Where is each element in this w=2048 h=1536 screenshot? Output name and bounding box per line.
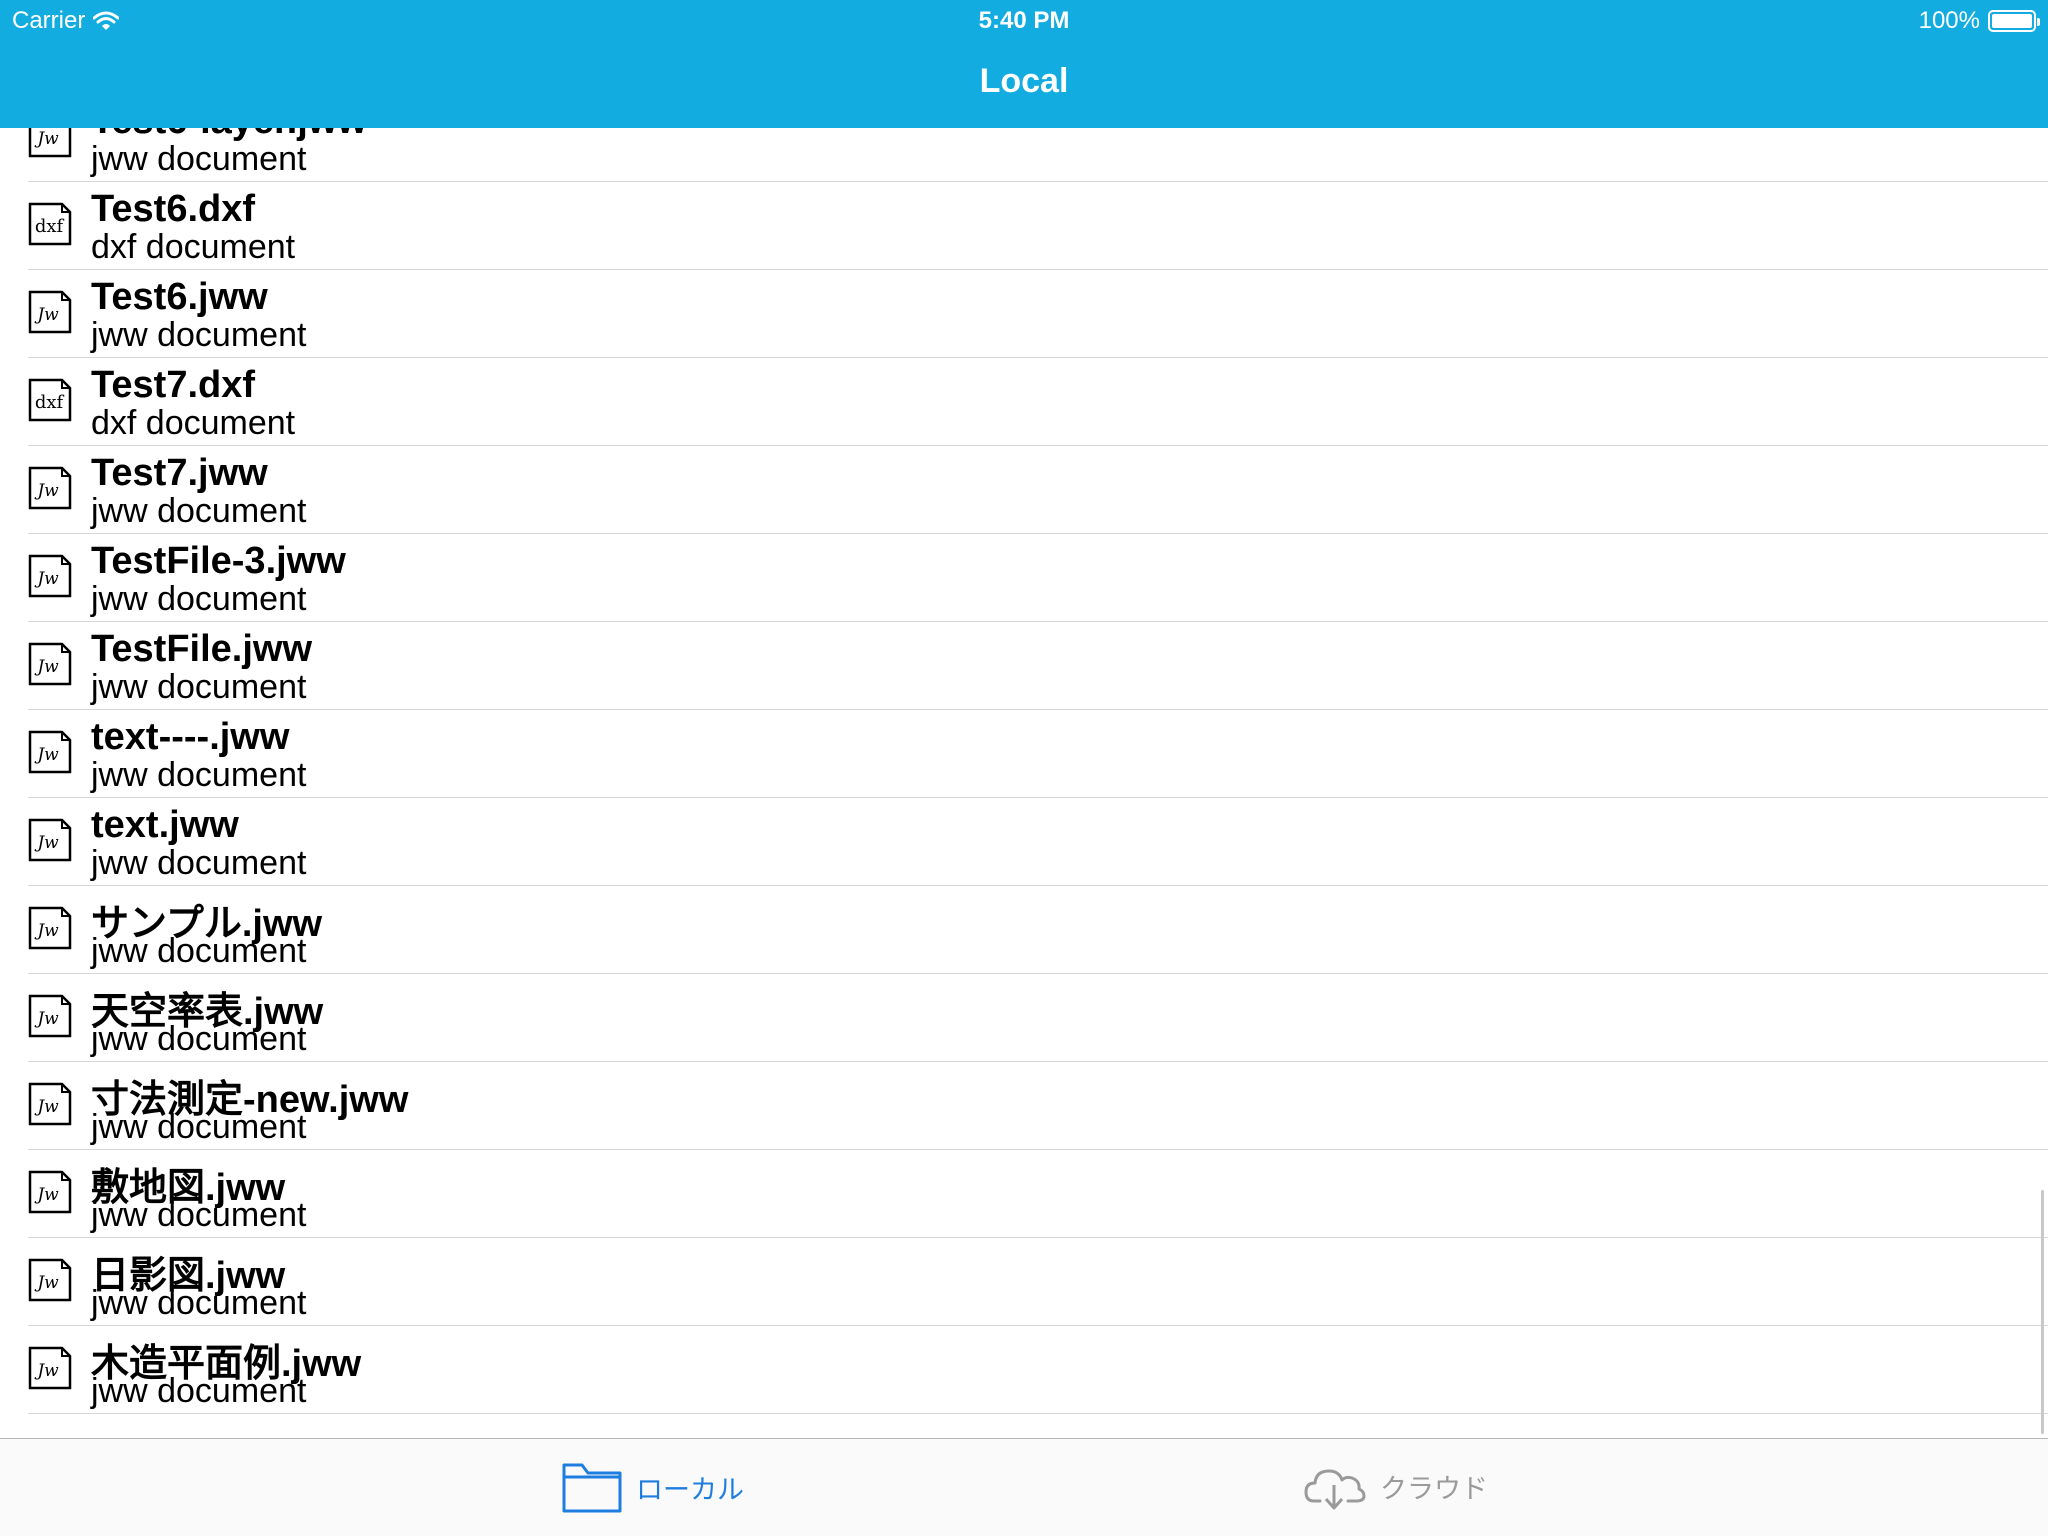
tab-bar: ローカル クラウド xyxy=(0,1438,2048,1536)
file-row[interactable]: Jw Test6.jww jww document xyxy=(0,270,2048,358)
file-row[interactable]: dxf Test7.dxf dxf document xyxy=(0,358,2048,446)
jww-file-icon: Jw xyxy=(28,642,72,686)
file-name: TestFile.jww xyxy=(91,628,313,670)
svg-text:Jw: Jw xyxy=(34,657,59,677)
file-row[interactable]: Jw text----.jww jww document xyxy=(0,710,2048,798)
jww-file-icon: Jw xyxy=(28,554,72,598)
status-time: 5:40 PM xyxy=(978,7,1070,34)
file-name: Test7.dxf xyxy=(91,364,256,406)
file-row[interactable]: Jw 日影図.jww jww document xyxy=(0,1238,2048,1326)
cloud-download-icon xyxy=(1304,1469,1366,1510)
battery-percent: 100% xyxy=(1918,7,1980,34)
file-type: jww document xyxy=(91,1108,307,1146)
file-list[interactable]: JwTest6-layer.jwwjww document dxf Test6.dx… xyxy=(0,128,2048,1438)
jww-file-icon: Jw xyxy=(28,466,72,510)
file-row[interactable]: dxf Test6.dxf dxf document xyxy=(0,182,2048,270)
jww-file-icon: Jw xyxy=(28,906,72,950)
svg-text:Jw: Jw xyxy=(34,1097,59,1117)
jww-file-icon: Jw xyxy=(28,1170,72,1214)
page-title: Local xyxy=(979,62,1069,100)
tab-local[interactable]: ローカル xyxy=(562,1461,744,1513)
file-type: jww document xyxy=(91,1284,307,1322)
file-name: TestFile-3.jww xyxy=(91,540,346,582)
svg-text:Jw: Jw xyxy=(34,481,59,501)
jww-file-icon: Jw xyxy=(28,1346,72,1390)
file-row[interactable]: Jw text.jww jww document xyxy=(0,798,2048,886)
jww-file-icon: Jw xyxy=(28,128,72,158)
tab-local-label: ローカル xyxy=(636,1474,744,1505)
dxf-file-icon: dxf xyxy=(28,202,72,246)
file-type: jww document xyxy=(91,844,307,882)
jww-file-icon: Jw xyxy=(28,1258,72,1302)
svg-text:Jw: Jw xyxy=(34,833,59,853)
svg-text:Jw: Jw xyxy=(34,305,59,325)
svg-text:Jw: Jw xyxy=(34,569,59,589)
svg-text:Jw: Jw xyxy=(34,1273,59,1293)
svg-text:dxf: dxf xyxy=(35,216,65,237)
file-type: jww document xyxy=(91,1196,307,1234)
folder-icon xyxy=(562,1463,622,1513)
file-row[interactable]: Jw 天空率表.jww jww document xyxy=(0,974,2048,1062)
file-type: dxf document xyxy=(91,404,296,442)
file-row[interactable]: Jw 木造平面例.jww jww document xyxy=(0,1326,2048,1414)
file-type: jww document xyxy=(91,932,307,970)
file-name: Test6.dxf xyxy=(91,188,256,230)
file-type: jww document xyxy=(91,1372,307,1410)
tab-cloud-label: クラウド xyxy=(1380,1473,1488,1504)
file-row[interactable]: Jw Test7.jww jww document xyxy=(0,446,2048,534)
file-row[interactable]: Jw サンプル.jww jww document xyxy=(0,886,2048,974)
jww-file-icon: Jw xyxy=(28,1082,72,1126)
tab-cloud[interactable]: クラウド xyxy=(1304,1461,1488,1511)
jww-file-icon: Jw xyxy=(28,730,72,774)
file-type: jww document xyxy=(91,580,307,618)
file-type: jww document xyxy=(91,492,307,530)
file-name: Test6.jww xyxy=(91,276,268,318)
file-type: dxf document xyxy=(91,228,296,266)
svg-text:Jw: Jw xyxy=(34,1361,59,1381)
jww-file-icon: Jw xyxy=(28,818,72,862)
svg-text:Jw: Jw xyxy=(34,1185,59,1205)
navigation-bar: Local xyxy=(0,40,2048,128)
svg-text:Jw: Jw xyxy=(34,745,59,765)
svg-text:Jw: Jw xyxy=(34,921,59,941)
battery-icon xyxy=(1988,10,2040,32)
file-type: jww document xyxy=(91,140,307,178)
file-type: jww document xyxy=(91,668,307,706)
file-type: jww document xyxy=(91,756,307,794)
file-name: text----.jww xyxy=(91,716,290,758)
file-row[interactable]: Jw TestFile-3.jww jww document xyxy=(0,534,2048,622)
file-type: jww document xyxy=(91,316,307,354)
status-bar: Carrier 5:40 PM 100% xyxy=(0,0,2048,40)
jww-file-icon: Jw xyxy=(28,290,72,334)
battery-info: 100% xyxy=(1918,7,2040,35)
file-name: text.jww xyxy=(91,804,239,846)
file-name: Test7.jww xyxy=(91,452,268,494)
dxf-file-icon: dxf xyxy=(28,378,72,422)
row-divider xyxy=(28,1413,2048,1414)
file-row[interactable]: Jw TestFile.jww jww document xyxy=(0,622,2048,710)
jww-file-icon: Jw xyxy=(28,994,72,1038)
svg-text:Jw: Jw xyxy=(34,1009,59,1029)
file-row[interactable]: Jw 寸法測定-new.jww jww document xyxy=(0,1062,2048,1150)
svg-text:dxf: dxf xyxy=(35,392,65,413)
file-row[interactable]: JwTest6-layer.jwwjww document xyxy=(0,128,2048,182)
file-type: jww document xyxy=(91,1020,307,1058)
scrollbar[interactable] xyxy=(2041,1190,2044,1434)
file-row[interactable]: Jw 敷地図.jww jww document xyxy=(0,1150,2048,1238)
svg-text:Jw: Jw xyxy=(34,129,59,149)
